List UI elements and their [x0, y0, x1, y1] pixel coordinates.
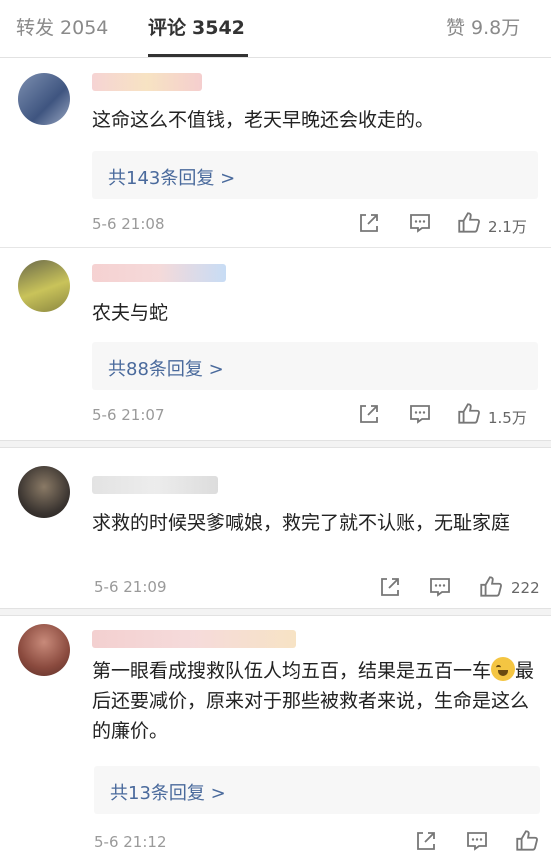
like-icon[interactable] — [514, 828, 538, 852]
share-icon[interactable] — [378, 575, 402, 599]
comment-text: 农夫与蛇 — [92, 302, 169, 324]
share-icon[interactable] — [357, 402, 381, 426]
like-count: 1.5万 — [488, 409, 527, 427]
replies-link[interactable]: 共143条回复 > — [92, 151, 538, 199]
avatar[interactable] — [18, 466, 70, 518]
username-blurred[interactable] — [92, 630, 296, 648]
share-icon[interactable] — [414, 829, 438, 853]
comment-time: 5-6 21:07 — [92, 406, 165, 424]
avatar[interactable] — [18, 260, 70, 312]
comment-text: 第一眼看成搜救队伍人均五百，结果是五百一车 最后还要减价，原来对于那些被救者来说，… — [92, 656, 540, 746]
comment-icon[interactable] — [428, 575, 452, 599]
tab-like[interactable]: 赞 9.8万 — [446, 13, 520, 40]
tab-like-label: 赞 — [446, 17, 466, 39]
like-count: 222 — [511, 579, 540, 597]
comment-time: 5-6 21:08 — [92, 215, 165, 233]
comment-icon[interactable] — [408, 402, 432, 426]
comment-time: 5-6 21:09 — [94, 578, 167, 596]
replies-link[interactable]: 共88条回复 > — [92, 342, 538, 390]
like-icon[interactable] — [456, 210, 480, 234]
comment-icon[interactable] — [408, 211, 432, 235]
comment-item: 求救的时候哭爹喊娘，救完了就不认账，无耻家庭 5-6 21:09 222 — [0, 448, 551, 608]
comment-item: 农夫与蛇 共88条回复 > 5-6 21:07 1.5万 — [0, 248, 551, 440]
replies-link[interactable]: 共13条回复 > — [94, 766, 540, 814]
username-blurred[interactable] — [92, 476, 218, 494]
username-blurred[interactable] — [92, 73, 202, 91]
username-blurred[interactable] — [92, 264, 226, 282]
active-tab-indicator — [148, 54, 248, 57]
section-separator — [0, 440, 551, 448]
comment-item: 这命这么不值钱，老天早晚还会收走的。 共143条回复 > 5-6 21:08 2… — [0, 59, 551, 247]
tab-repost[interactable]: 转发 2054 — [16, 13, 108, 40]
avatar[interactable] — [18, 73, 70, 125]
tab-comment[interactable]: 评论 3542 — [148, 13, 245, 40]
tab-bar: 转发 2054 评论 3542 赞 9.8万 — [0, 0, 551, 58]
laughing-crying-emoji-icon — [491, 657, 516, 681]
like-count: 2.1万 — [488, 218, 527, 236]
comment-text-part: 第一眼看成搜救队伍人均五百，结果是五百一车 — [92, 660, 492, 682]
comment-text: 求救的时候哭爹喊娘，救完了就不认账，无耻家庭 — [92, 512, 511, 534]
comment-text: 这命这么不值钱，老天早晚还会收走的。 — [92, 109, 435, 131]
avatar[interactable] — [18, 624, 70, 676]
share-icon[interactable] — [357, 211, 381, 235]
like-icon[interactable] — [478, 574, 502, 598]
section-separator — [0, 608, 551, 616]
comment-time: 5-6 21:12 — [94, 833, 167, 851]
tab-repost-label: 转发 — [16, 17, 55, 39]
comment-item: 第一眼看成搜救队伍人均五百，结果是五百一车 最后还要减价，原来对于那些被救者来说，… — [0, 616, 551, 861]
tab-like-count: 9.8万 — [471, 17, 521, 39]
comment-icon[interactable] — [465, 829, 489, 853]
tab-comment-count: 3542 — [192, 17, 245, 39]
tab-repost-count: 2054 — [60, 17, 109, 39]
tab-comment-label: 评论 — [148, 17, 187, 39]
like-icon[interactable] — [456, 401, 480, 425]
